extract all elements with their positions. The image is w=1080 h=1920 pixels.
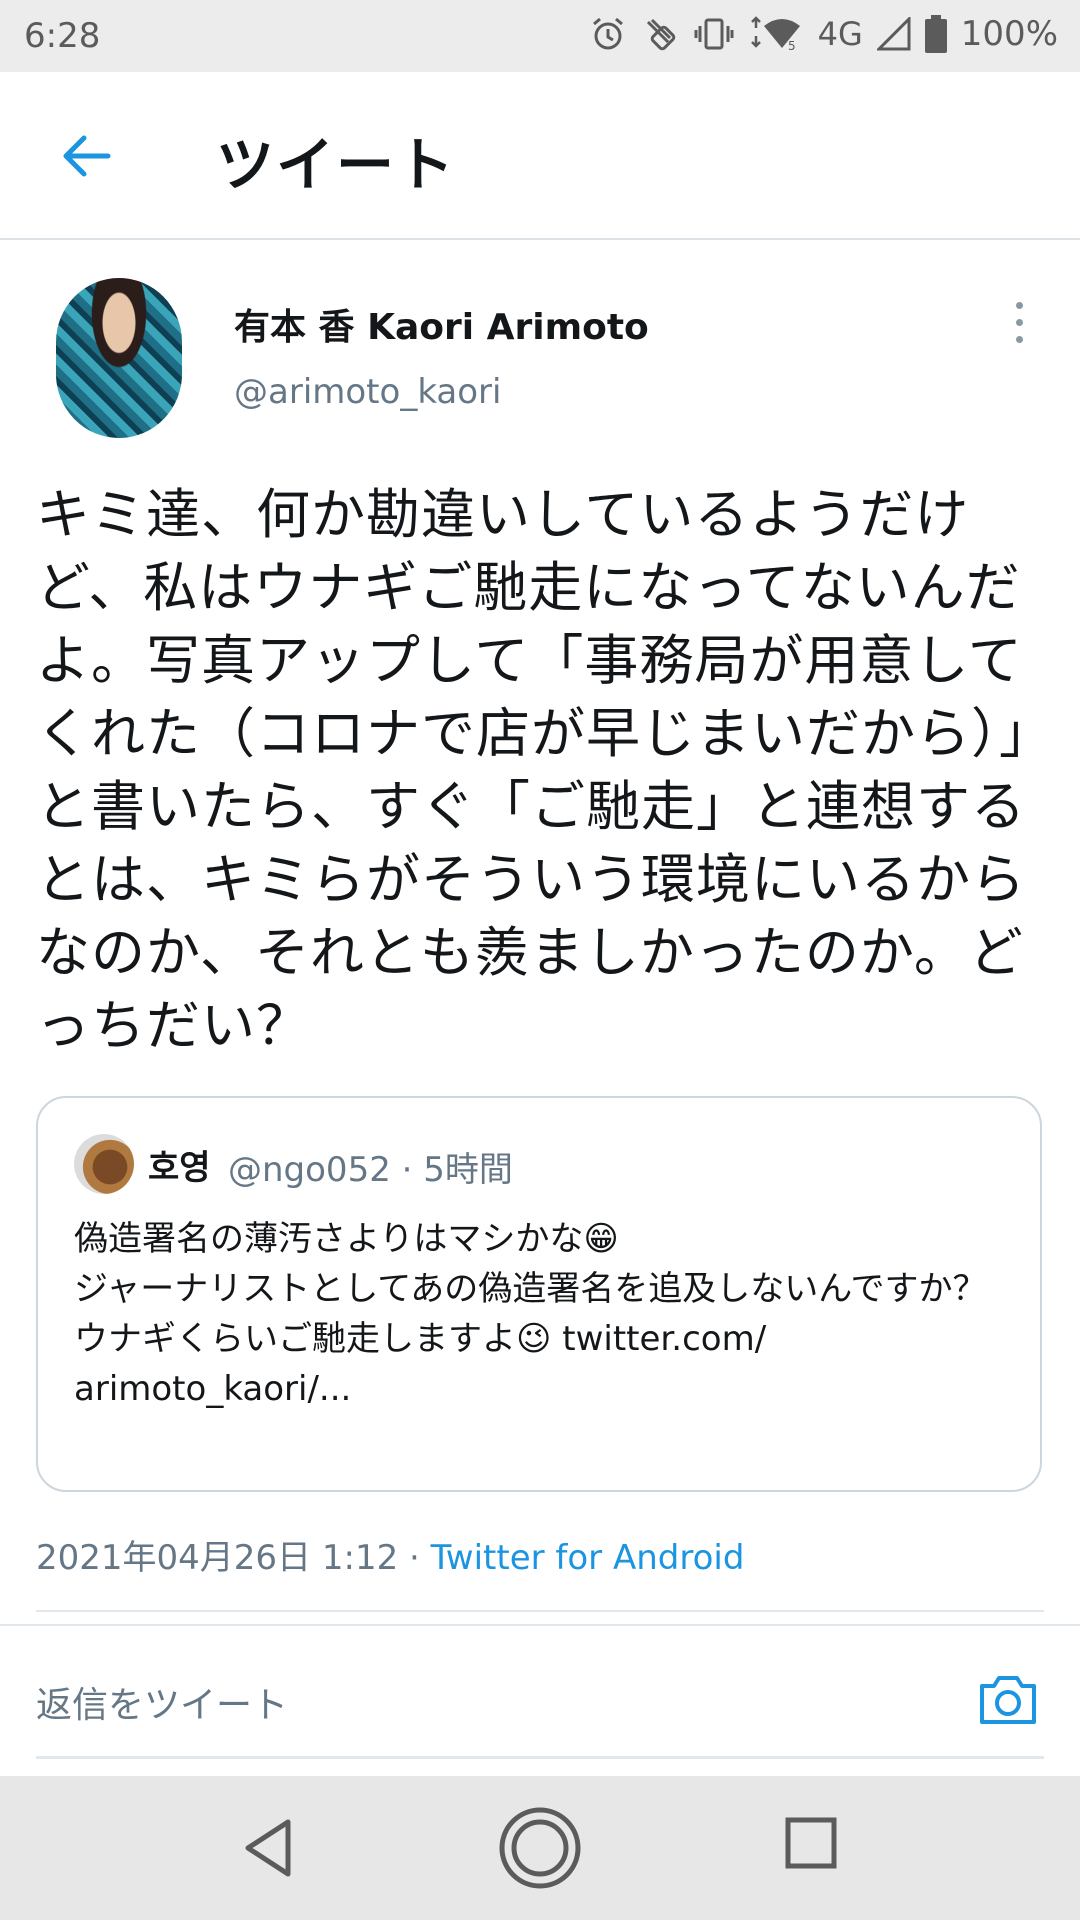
alarm-icon [592,17,623,50]
camera-icon[interactable] [976,1672,1040,1728]
quote-avatar [74,1134,134,1194]
arrow-left-icon[interactable] [58,128,114,184]
battery-icon [924,15,947,53]
nav-back-icon[interactable] [240,1816,296,1880]
tweet-date: 2021年04月26日 1:12 · [36,1538,431,1578]
tweet-text: キミ達、何か勘違いしているようだけど、私はウナギご馳走になってないんだよ。写真ア… [36,483,1054,1057]
divider [36,1610,1044,1612]
quote-meta: @ngo052 · 5時間 [228,1150,513,1190]
divider [0,1624,1080,1626]
tweet-meta: 2021年04月26日 1:12 · Twitter for Android [36,1530,744,1579]
battery-percent: 100% [960,14,1058,54]
quote-text: 偽造署名の薄汚さよりはマシかな😁 ジャーナリストとしてあの偽造署名を追及しないん… [74,1219,987,1409]
quote-author-name: 호영 [148,1148,211,1188]
quoted-tweet[interactable]: 호영 @ngo052 · 5時間 偽造署名の薄汚さよりはマシかな😁 ジャーナリス… [36,1096,1042,1492]
page-title: ツイート [216,131,457,199]
author-name[interactable]: 有本 香 Kaori Arimoto [234,298,649,350]
wifi-icon: 5 [750,16,800,52]
system-nav-bar [0,1776,1080,1920]
nav-recents-icon[interactable] [784,1816,838,1870]
app-header: ツイート [0,72,1080,240]
signal-icon [876,17,911,51]
status-icons: 5 4G 100% [590,14,1058,54]
reply-input[interactable]: 返信をツイート [36,1676,288,1728]
more-options-icon[interactable] [1006,302,1032,348]
tweet-source-link[interactable]: Twitter for Android [431,1538,745,1578]
network-type: 4G [817,15,863,53]
nfc-icon [646,18,675,51]
svg-text:5: 5 [788,39,796,52]
vibrate-icon [694,18,734,50]
status-time: 6:28 [24,16,101,56]
avatar[interactable] [56,278,182,438]
nav-home-icon[interactable] [496,1804,584,1892]
status-bar: 6:28 5 4G 100% [0,0,1080,72]
reply-underline [36,1756,1044,1759]
author-handle[interactable]: @arimoto_kaori [234,372,501,412]
